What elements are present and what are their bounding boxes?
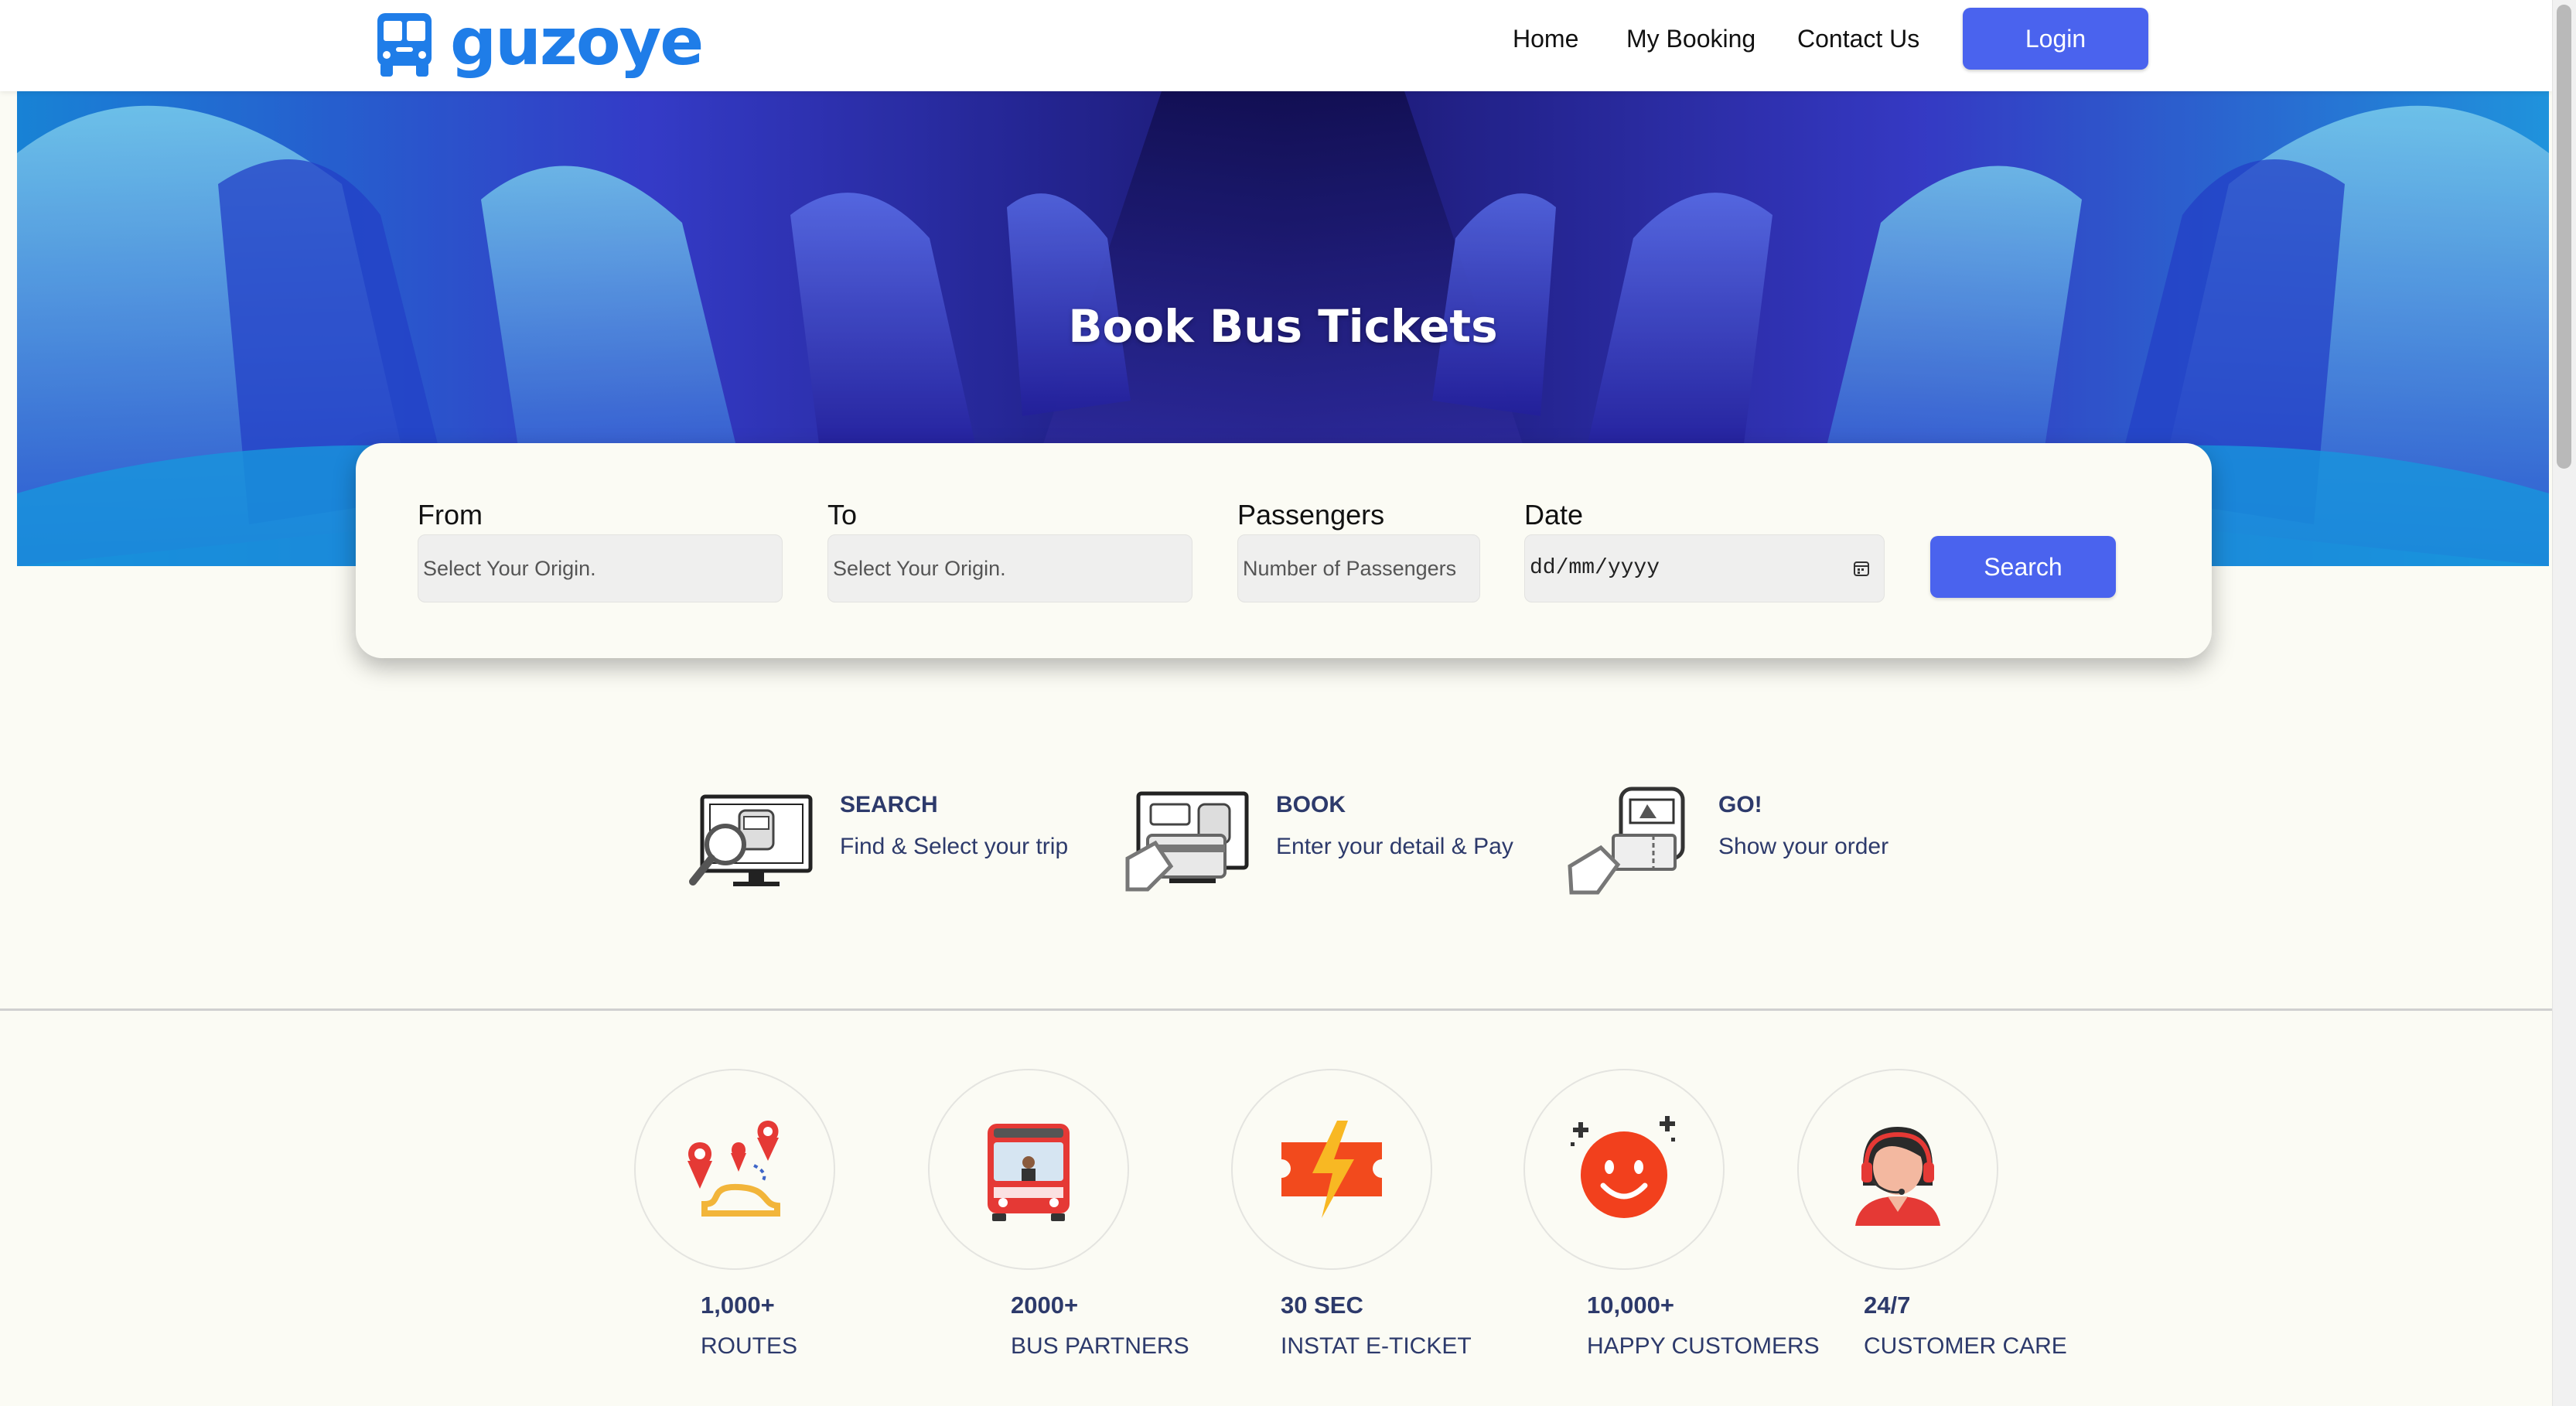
- step-book-title: BOOK: [1276, 792, 1346, 817]
- date-input[interactable]: dd/mm/yyyy: [1524, 534, 1885, 602]
- section-divider: [0, 1008, 2552, 1011]
- date-label: Date: [1524, 499, 1584, 531]
- scrollbar-thumb[interactable]: [2557, 5, 2571, 469]
- step-go-title: GO!: [1718, 792, 1762, 817]
- support-agent-icon: [1855, 1127, 1940, 1226]
- hero-title: Book Bus Tickets: [1068, 300, 1498, 353]
- red-bus-icon: [988, 1124, 1070, 1221]
- calendar-icon[interactable]: [1853, 560, 1870, 577]
- step-book: BOOK Enter your detail & Pay: [1124, 781, 1527, 905]
- stat-eticket-value: 30 SEC: [1281, 1292, 1363, 1319]
- stat-partners-circle: [928, 1069, 1129, 1270]
- step-search-title: SEARCH: [840, 792, 938, 817]
- stat-care-label: CUSTOMER CARE: [1864, 1333, 2067, 1359]
- to-input[interactable]: Select Your Origin.: [827, 534, 1192, 602]
- to-label: To: [827, 499, 858, 531]
- navbar: guzoye Home My Booking Contact Us Login: [0, 0, 2552, 91]
- stat-eticket-circle: [1231, 1069, 1432, 1270]
- stat-partners-value: 2000+: [1011, 1292, 1079, 1319]
- bus-icon: [377, 13, 432, 77]
- lightning-ticket-icon: [1281, 1121, 1382, 1218]
- search-bus-monitor-icon: [689, 794, 813, 886]
- page-scrollbar[interactable]: [2552, 0, 2576, 1406]
- step-go-desc: Show your order: [1718, 834, 1889, 859]
- search-form: From Select Your Origin. To Select Your …: [356, 443, 2212, 658]
- nav-home-link[interactable]: Home: [1513, 22, 1578, 56]
- passengers-input[interactable]: Number of Passengers: [1237, 534, 1480, 602]
- step-book-desc: Enter your detail & Pay: [1276, 834, 1513, 859]
- stat-customers-label: HAPPY CUSTOMERS: [1587, 1333, 1820, 1359]
- passengers-label: Passengers: [1237, 499, 1385, 531]
- stat-customers-value: 10,000+: [1587, 1292, 1674, 1319]
- step-search: SEARCH Find & Select your trip: [688, 781, 1090, 905]
- book-pay-card-icon: [1125, 791, 1249, 892]
- stat-eticket-label: INSTAT E-TICKET: [1281, 1333, 1472, 1359]
- stat-care-value: 24/7: [1864, 1292, 1911, 1319]
- page: guzoye Home My Booking Contact Us Login: [0, 0, 2552, 1406]
- step-go: GO! Show your order: [1567, 781, 1953, 905]
- from-label: From: [418, 499, 483, 531]
- from-input[interactable]: Select Your Origin.: [418, 534, 783, 602]
- nav-my-booking-link[interactable]: My Booking: [1626, 22, 1755, 56]
- stat-customers-circle: [1523, 1069, 1725, 1270]
- ticket-hand-icon: [1568, 787, 1685, 895]
- search-button[interactable]: Search: [1930, 536, 2116, 598]
- stat-routes-value: 1,000+: [701, 1292, 775, 1319]
- login-button[interactable]: Login: [1963, 8, 2148, 70]
- smiley-face-icon: [1571, 1116, 1675, 1218]
- brand-name: guzoye: [450, 4, 704, 80]
- step-search-desc: Find & Select your trip: [840, 834, 1069, 859]
- date-value: dd/mm/yyyy: [1530, 556, 1660, 580]
- stat-routes-circle: [634, 1069, 835, 1270]
- stat-care-circle: [1797, 1069, 1998, 1270]
- brand-logo[interactable]: guzoye: [374, 4, 704, 82]
- stat-partners-label: BUS PARTNERS: [1011, 1333, 1189, 1359]
- nav-contact-us-link[interactable]: Contact Us: [1797, 22, 1919, 56]
- route-map-pins-icon: [688, 1121, 780, 1217]
- stat-routes-label: ROUTES: [701, 1333, 798, 1359]
